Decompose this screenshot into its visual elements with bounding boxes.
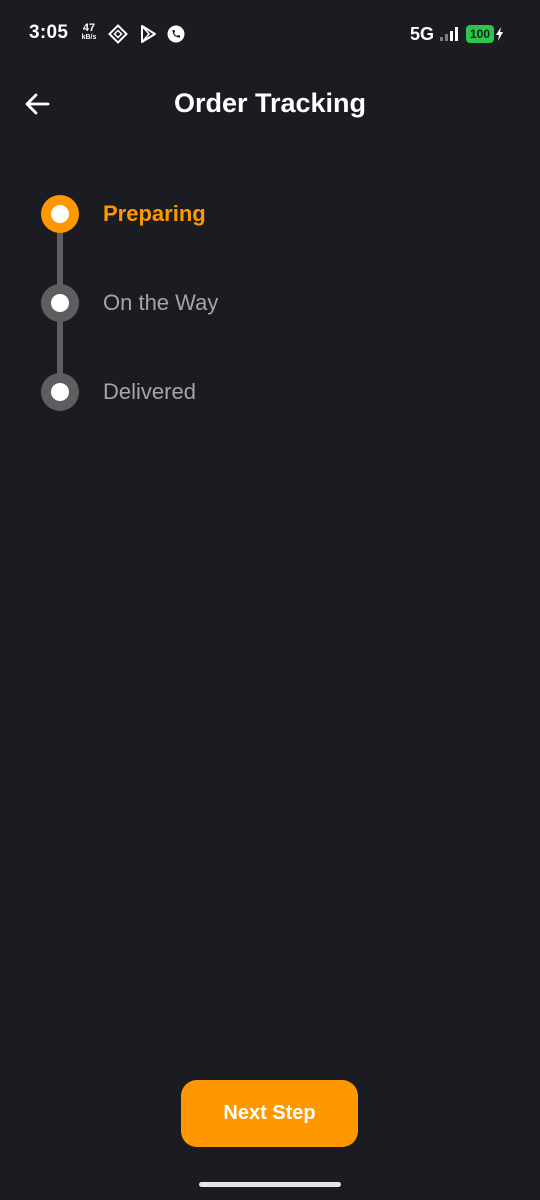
phone-app-icon xyxy=(167,25,185,43)
signal-icon xyxy=(439,27,460,41)
diamond-icon xyxy=(108,24,128,44)
signal-bar xyxy=(444,34,448,41)
charging-bolt-icon xyxy=(496,27,503,41)
step-label: Preparing xyxy=(103,201,206,226)
signal-bar xyxy=(449,31,453,41)
step-preparing[interactable]: Preparing xyxy=(41,193,501,233)
page-title: Order Tracking xyxy=(173,88,367,118)
status-bar: 3:05 47 kB/s 5G 100 xyxy=(0,0,540,66)
signal-bar xyxy=(439,37,443,41)
battery-level: 100 xyxy=(465,25,494,43)
next-step-button[interactable]: Next Step xyxy=(181,1080,358,1147)
play-store-icon xyxy=(141,25,156,43)
order-tracking-screen: 3:05 47 kB/s 5G 100 Order Tracking Prepa… xyxy=(0,0,540,1200)
signal-bar xyxy=(454,27,458,41)
step-indicator xyxy=(41,373,79,411)
battery-icon: 100 xyxy=(465,25,504,43)
status-indicators: 5G 100 xyxy=(410,23,504,45)
step-label: On the Way xyxy=(103,290,219,315)
step-indicator xyxy=(41,195,79,233)
step-on-the-way[interactable]: On the Way xyxy=(41,282,501,322)
status-time: 3:05 xyxy=(29,22,69,43)
network-speed-unit: kB/s xyxy=(81,34,97,41)
home-indicator[interactable] xyxy=(199,1182,341,1187)
app-bar: Order Tracking xyxy=(0,66,540,142)
network-speed: 47 kB/s xyxy=(80,22,98,42)
step-delivered[interactable]: Delivered xyxy=(41,371,501,411)
order-status-stepper: Preparing On the Way Delivered xyxy=(0,190,540,430)
step-label: Delivered xyxy=(103,379,196,404)
network-type: 5G xyxy=(409,23,434,44)
network-speed-value: 47 xyxy=(82,22,96,34)
step-indicator xyxy=(41,284,79,322)
